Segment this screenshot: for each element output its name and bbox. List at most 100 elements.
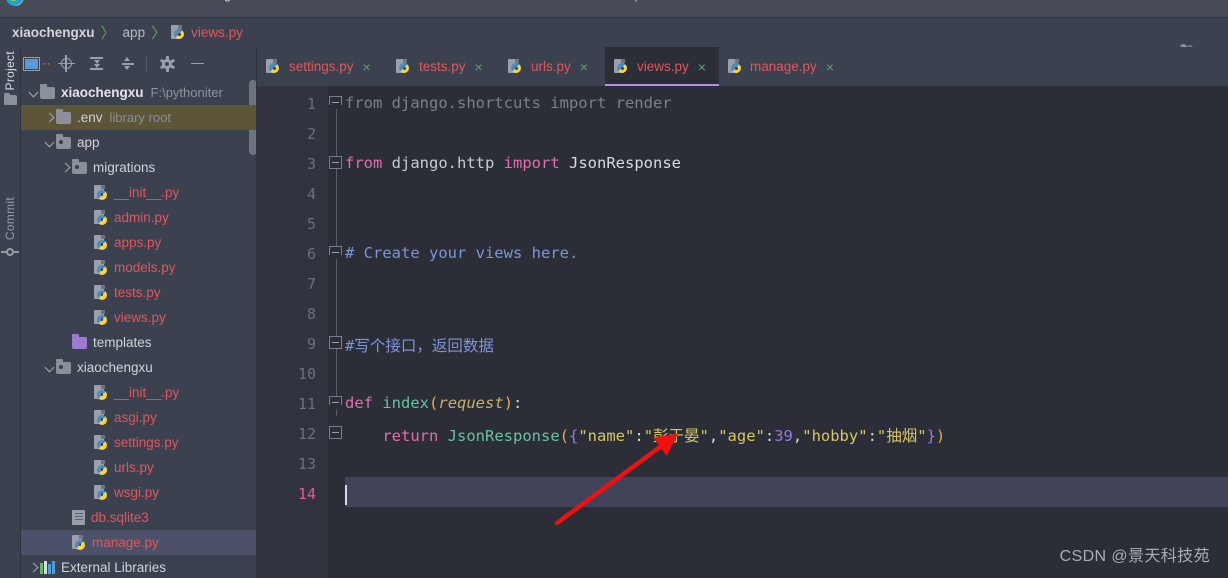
editor-tab-bar: settings.py × tests.py × urls.py × views.py × ma…: [257, 47, 1228, 86]
menu-item-refactor[interactable]: Refactor: [318, 0, 367, 2]
tree-row-xiaochengxu[interactable]: xiaochengxu F:\pythoniter: [21, 80, 257, 105]
editor-tab-settings-py[interactable]: settings.py ×: [257, 47, 387, 86]
close-icon[interactable]: ×: [826, 60, 834, 74]
editor-tab-manage-py[interactable]: manage.py ×: [719, 47, 843, 86]
settings-button[interactable]: [152, 47, 182, 80]
code-line: from django.http import JsonResponse: [345, 154, 681, 172]
line-number: 2: [306, 125, 316, 143]
python-file-icon: [94, 385, 108, 400]
fold-marker[interactable]: [329, 96, 342, 110]
hide-panel-button[interactable]: [182, 47, 212, 80]
collapse-all-button[interactable]: [111, 47, 141, 80]
chevron-right-icon[interactable]: [43, 111, 56, 124]
fold-marker[interactable]: [329, 426, 342, 439]
toolbar-divider: [146, 55, 147, 72]
breadcrumb-folder[interactable]: app: [121, 25, 148, 40]
tree-row-models-py[interactable]: models.py: [21, 255, 257, 280]
tree-row-settings-py[interactable]: settings.py: [21, 430, 257, 455]
tab-label: views.py: [637, 59, 689, 74]
tree-item-label: asgi.py: [114, 410, 157, 425]
python-file-icon: [508, 59, 521, 74]
tree-row--init-py[interactable]: __init__.py: [21, 380, 257, 405]
select-opened-file-button[interactable]: ···: [21, 47, 51, 80]
breadcrumb-separator-2: 〉: [151, 25, 167, 42]
line-number: 12: [297, 425, 316, 443]
close-icon[interactable]: ×: [363, 60, 371, 74]
close-icon[interactable]: ×: [698, 60, 706, 74]
menu-item-vcs[interactable]: VCS: [500, 0, 527, 2]
fold-gutter[interactable]: [328, 86, 345, 578]
menu-item-run[interactable]: Run: [395, 0, 419, 2]
breadcrumb: xiaochengxu 〉 app 〉 views.py: [10, 18, 245, 47]
tree-row-templates[interactable]: templates: [21, 330, 257, 355]
editor-tab-views-py[interactable]: views.py ×: [605, 47, 719, 86]
tree-row-urls-py[interactable]: urls.py: [21, 455, 257, 480]
tree-row-app[interactable]: app: [21, 130, 257, 155]
menu-item-navigate[interactable]: Navigate: [198, 0, 249, 2]
tree-row-migrations[interactable]: migrations: [21, 155, 257, 180]
editor-area: settings.py × tests.py × urls.py × views.py × ma…: [257, 47, 1228, 578]
breadcrumb-project[interactable]: xiaochengxu: [10, 25, 97, 40]
chevron-right-icon[interactable]: [27, 561, 40, 574]
line-number: 8: [306, 305, 316, 323]
fold-marker[interactable]: [329, 396, 342, 410]
tool-window-commit[interactable]: Commit: [0, 197, 20, 258]
editor-gutter[interactable]: 1 2 3 4 5 6 7 8 9 10 11 12 13 14: [257, 86, 328, 578]
tree-item-label: admin.py: [114, 210, 169, 225]
editor-tab-urls-py[interactable]: urls.py ×: [499, 47, 605, 86]
chevron-down-icon[interactable]: [43, 136, 56, 149]
tree-row-wsgi-py[interactable]: wsgi.py: [21, 480, 257, 505]
tree-row-tests-py[interactable]: tests.py: [21, 280, 257, 305]
tree-row-xiaochengxu[interactable]: xiaochengxu: [21, 355, 257, 380]
tree-row--init-py[interactable]: __init__.py: [21, 180, 257, 205]
breadcrumb-file[interactable]: views.py: [189, 25, 245, 40]
chevron-right-icon[interactable]: [59, 161, 72, 174]
window-icon: [22, 56, 40, 71]
minimize-icon: [190, 62, 204, 65]
tree-row-db-sqlite3[interactable]: db.sqlite3: [21, 505, 257, 530]
folder-icon: [56, 108, 71, 124]
expand-all-button[interactable]: [81, 47, 111, 80]
tab-label: manage.py: [750, 59, 817, 74]
menu-item-help[interactable]: Help: [615, 0, 642, 2]
module-folder-icon: [72, 158, 87, 174]
menu-item-edit[interactable]: Edit: [105, 0, 127, 2]
tool-window-project[interactable]: Project: [0, 51, 20, 106]
chevron-down-icon[interactable]: [27, 86, 40, 99]
tree-row-apps-py[interactable]: apps.py: [21, 230, 257, 255]
tree-row-asgi-py[interactable]: asgi.py: [21, 405, 257, 430]
code-content[interactable]: from django.shortcuts import render from …: [345, 86, 1228, 578]
menu-bar[interactable]: File Edit View Navigate Code Refactor Ru…: [0, 0, 1228, 17]
chevron-down-icon[interactable]: [43, 361, 56, 374]
menu-item-code[interactable]: Code: [268, 0, 299, 2]
fold-marker[interactable]: [329, 336, 342, 349]
python-file-icon: [94, 185, 108, 200]
tree-row-external-libraries[interactable]: External Libraries: [21, 555, 257, 578]
scroll-from-source-button[interactable]: [51, 47, 81, 80]
line-number: 10: [297, 365, 316, 383]
fold-marker[interactable]: [329, 156, 342, 169]
tree-row--env[interactable]: .env library root: [21, 105, 257, 130]
menu-item-tools[interactable]: Tools: [443, 0, 473, 2]
tree-item-label: manage.py: [92, 535, 159, 550]
tree-row-views-py[interactable]: views.py: [21, 305, 257, 330]
project-tree[interactable]: xiaochengxu F:\pythoniter .env library root…: [21, 80, 257, 578]
python-file-icon: [94, 235, 108, 250]
menu-item-view[interactable]: View: [150, 0, 178, 2]
line-number: 13: [297, 455, 316, 473]
code-line: # Create your views here.: [345, 244, 579, 262]
tree-item-label: db.sqlite3: [91, 510, 149, 525]
tree-row-manage-py[interactable]: manage.py: [21, 530, 257, 555]
close-icon[interactable]: ×: [475, 60, 483, 74]
fold-marker[interactable]: [329, 246, 342, 260]
editor-tab-tests-py[interactable]: tests.py ×: [387, 47, 499, 86]
line-number: 9: [306, 335, 316, 353]
menu-item-file[interactable]: File: [62, 0, 83, 2]
close-icon[interactable]: ×: [580, 60, 588, 74]
tree-row-admin-py[interactable]: admin.py: [21, 205, 257, 230]
menu-item-window[interactable]: Window: [545, 0, 591, 2]
